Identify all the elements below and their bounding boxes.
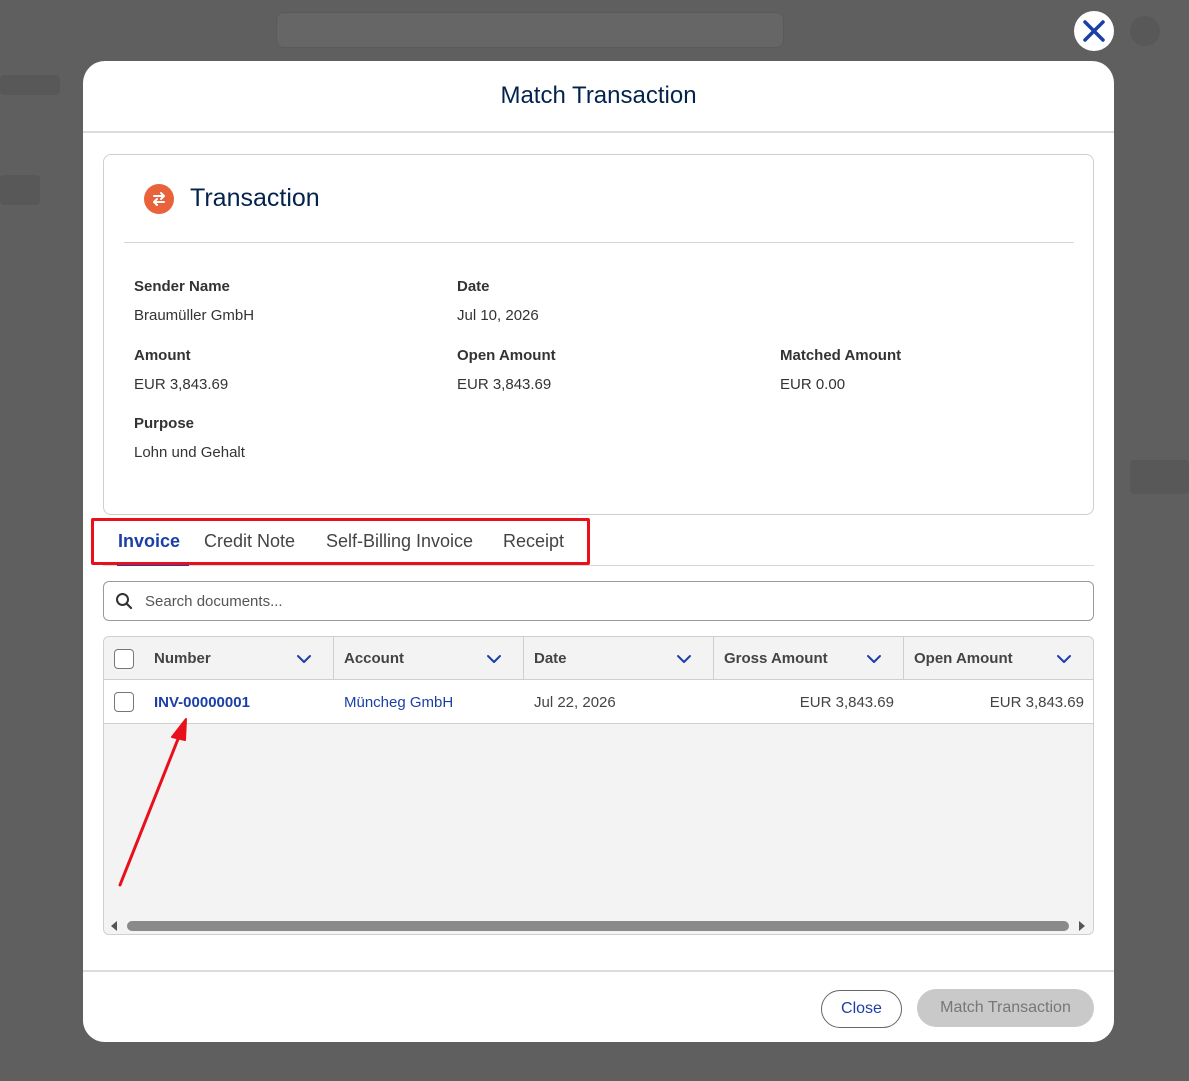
scrollbar-thumb[interactable] bbox=[127, 921, 1069, 931]
active-tab-indicator bbox=[117, 563, 189, 566]
matched-amount-value: EUR 0.00 bbox=[780, 376, 846, 393]
column-open-amount-label: Open Amount bbox=[914, 650, 1013, 667]
table-row: INV-00000001 Müncheg GmbH Jul 22, 2026 E… bbox=[104, 680, 1093, 724]
match-transaction-modal: Match Transaction Transaction Sender Nam… bbox=[83, 61, 1114, 1042]
table-header: Number Account Date Gross Amount Open Am… bbox=[104, 637, 1093, 680]
date-value: Jul 10, 2026 bbox=[457, 307, 539, 324]
scroll-left-icon[interactable] bbox=[109, 920, 119, 932]
tab-invoice[interactable]: Invoice bbox=[118, 531, 180, 552]
invoice-number-link[interactable]: INV-00000001 bbox=[154, 694, 250, 711]
account-link[interactable]: Müncheg GmbH bbox=[344, 694, 453, 711]
open-amount-label: Open Amount bbox=[457, 347, 556, 364]
column-account: Account bbox=[334, 637, 524, 680]
column-gross-amount-label: Gross Amount bbox=[724, 650, 828, 667]
column-date-label: Date bbox=[534, 650, 567, 667]
column-gross-amount: Gross Amount bbox=[714, 637, 904, 680]
column-date: Date bbox=[524, 637, 714, 680]
cell-open-amount: EUR 3,843.69 bbox=[989, 693, 1084, 711]
chevron-down-icon[interactable] bbox=[865, 650, 883, 668]
search-input[interactable] bbox=[145, 592, 1045, 610]
amount-label: Amount bbox=[134, 347, 191, 364]
sender-name-label: Sender Name bbox=[134, 278, 230, 295]
tab-credit-note[interactable]: Credit Note bbox=[204, 531, 295, 552]
transaction-card-title: Transaction bbox=[190, 184, 320, 212]
cell-date: Jul 22, 2026 bbox=[534, 693, 616, 711]
chevron-down-icon[interactable] bbox=[675, 650, 693, 668]
chevron-down-icon[interactable] bbox=[485, 650, 503, 668]
sender-name-field: Sender Name Braumüller GmbH bbox=[134, 278, 254, 324]
select-all-checkbox[interactable] bbox=[114, 648, 134, 669]
cell-gross-amount: EUR 3,843.69 bbox=[799, 693, 894, 711]
modal-title: Match Transaction bbox=[500, 82, 697, 109]
transaction-card-header: Transaction bbox=[124, 155, 1074, 243]
row-checkbox-cell bbox=[114, 680, 134, 724]
cell-account: Müncheg GmbH bbox=[344, 680, 453, 724]
close-modal-button[interactable] bbox=[1074, 11, 1114, 51]
modal-header: Match Transaction bbox=[83, 61, 1114, 133]
chevron-down-icon[interactable] bbox=[295, 650, 313, 668]
exchange-icon bbox=[144, 183, 174, 214]
date-label: Date bbox=[457, 278, 490, 295]
search-icon bbox=[116, 593, 133, 610]
background-search-bar bbox=[276, 12, 784, 48]
purpose-value: Lohn und Gehalt bbox=[134, 444, 245, 461]
matched-amount-label: Matched Amount bbox=[780, 347, 902, 364]
documents-table: Number Account Date Gross Amount Open Am… bbox=[103, 636, 1094, 935]
background-button bbox=[1130, 460, 1189, 494]
open-amount-field: Open Amount EUR 3,843.69 bbox=[457, 347, 556, 393]
chevron-down-icon[interactable] bbox=[1055, 650, 1073, 668]
background-avatar bbox=[1130, 16, 1160, 46]
matched-amount-field: Matched Amount EUR 0.00 bbox=[780, 347, 901, 393]
cell-number: INV-00000001 bbox=[154, 680, 250, 724]
purpose-field: Purpose Lohn und Gehalt bbox=[134, 415, 245, 461]
row-select-checkbox[interactable] bbox=[114, 692, 134, 712]
document-type-tabs: Invoice Credit Note Self-Billing Invoice… bbox=[103, 519, 1094, 566]
amount-field: Amount EUR 3,843.69 bbox=[134, 347, 228, 393]
background-heading bbox=[0, 175, 40, 205]
close-icon bbox=[1083, 20, 1105, 42]
purpose-label: Purpose bbox=[134, 415, 195, 432]
tab-self-billing-invoice[interactable]: Self-Billing Invoice bbox=[326, 531, 473, 552]
amount-value: EUR 3,843.69 bbox=[134, 376, 229, 393]
open-amount-value: EUR 3,843.69 bbox=[457, 376, 552, 393]
column-number: Number bbox=[104, 637, 334, 680]
column-account-label: Account bbox=[344, 650, 404, 667]
transaction-card: Transaction Sender Name Braumüller GmbH … bbox=[103, 154, 1094, 515]
date-field: Date Jul 10, 2026 bbox=[457, 278, 539, 324]
search-documents-field bbox=[103, 581, 1094, 621]
column-number-label: Number bbox=[154, 650, 211, 667]
modal-footer: Close Match Transaction bbox=[83, 970, 1114, 1042]
background-nav bbox=[0, 75, 60, 95]
sender-name-value: Braumüller GmbH bbox=[134, 307, 255, 324]
close-button[interactable]: Close bbox=[821, 990, 902, 1028]
scroll-right-icon[interactable] bbox=[1077, 920, 1087, 932]
tab-receipt[interactable]: Receipt bbox=[503, 531, 564, 552]
column-open-amount: Open Amount bbox=[904, 637, 1093, 680]
horizontal-scrollbar[interactable] bbox=[104, 917, 1093, 934]
match-transaction-button[interactable]: Match Transaction bbox=[917, 989, 1094, 1027]
